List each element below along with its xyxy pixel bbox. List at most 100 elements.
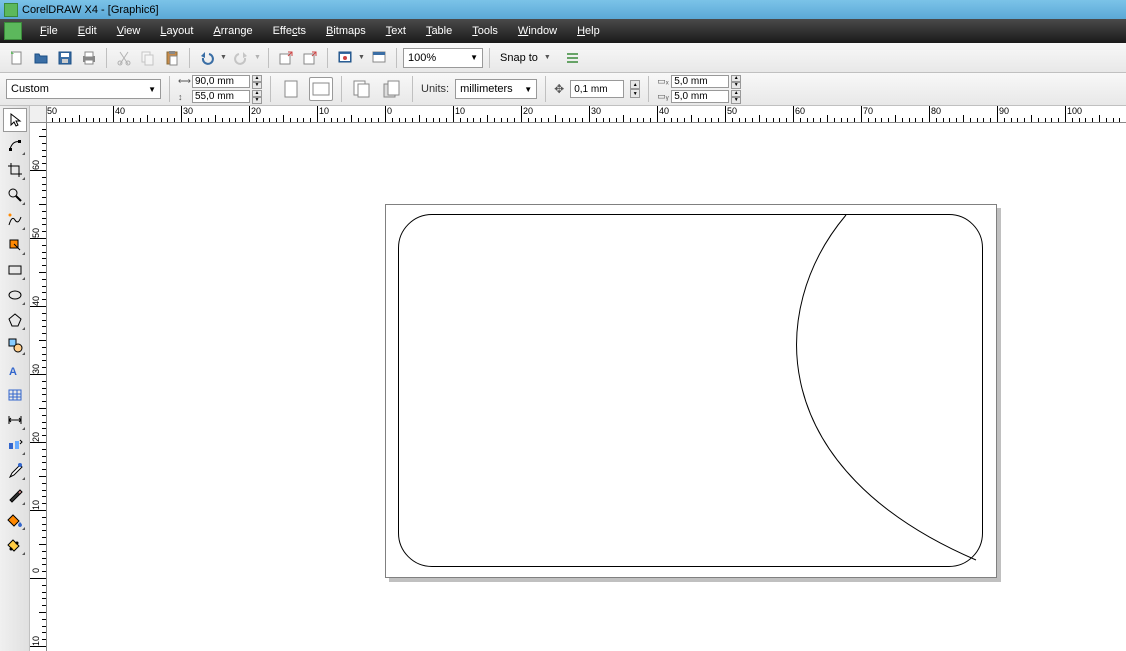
new-button[interactable]	[6, 47, 28, 69]
paper-size-combo[interactable]: Custom ▼	[6, 79, 161, 99]
menu-window[interactable]: Window	[508, 21, 567, 41]
horizontal-ruler[interactable]: 50403020100102030405060708090100110	[47, 106, 1126, 123]
import-button[interactable]	[275, 47, 297, 69]
app-menu-icon[interactable]	[4, 22, 22, 40]
options-button[interactable]	[562, 47, 584, 69]
copy-button[interactable]	[137, 47, 159, 69]
drawing-page[interactable]	[385, 204, 997, 578]
landscape-button[interactable]	[309, 77, 333, 101]
app-icon	[4, 3, 18, 17]
eyedropper-tool[interactable]	[3, 458, 27, 482]
dup-y-input[interactable]	[671, 90, 729, 103]
zoom-combo[interactable]: 100% ▼	[403, 48, 483, 68]
snap-to-label: Snap to	[496, 52, 542, 64]
ruler-v-label: 0	[31, 568, 41, 573]
outline-tool[interactable]	[3, 483, 27, 507]
nudge-spin-up[interactable]: ▲	[630, 80, 640, 89]
nudge-icon: ✥	[554, 82, 564, 96]
basic-shapes-tool[interactable]	[3, 333, 27, 357]
open-button[interactable]	[30, 47, 52, 69]
app-launcher-button[interactable]	[334, 47, 356, 69]
height-spin-up[interactable]: ▲	[252, 90, 262, 97]
ruler-h-label: 100	[1067, 106, 1082, 116]
text-tool[interactable]: A	[3, 358, 27, 382]
table-tool[interactable]	[3, 383, 27, 407]
menu-layout[interactable]: Layout	[150, 21, 203, 41]
shape-tool[interactable]	[3, 133, 27, 157]
units-combo[interactable]: millimeters ▼	[455, 79, 537, 99]
vertical-ruler[interactable]: 100102030405060	[30, 123, 47, 651]
separator	[545, 76, 546, 102]
menu-text[interactable]: Text	[376, 21, 416, 41]
dimension-tool[interactable]	[3, 408, 27, 432]
current-page-button[interactable]	[380, 77, 404, 101]
menu-arrange[interactable]: Arrange	[203, 21, 262, 41]
paste-button[interactable]	[161, 47, 183, 69]
rectangle-tool[interactable]	[3, 258, 27, 282]
menu-help[interactable]: Help	[567, 21, 610, 41]
all-pages-button[interactable]	[350, 77, 374, 101]
menu-bitmaps[interactable]: Bitmaps	[316, 21, 376, 41]
app-launcher-dropdown[interactable]: ▼	[358, 54, 366, 61]
toolbox: A	[0, 106, 30, 651]
menu-edit[interactable]: Edit	[68, 21, 107, 41]
width-spin-down[interactable]: ▼	[252, 82, 262, 89]
undo-dropdown[interactable]: ▼	[220, 54, 228, 61]
crop-tool[interactable]	[3, 158, 27, 182]
pick-tool[interactable]	[3, 108, 27, 132]
width-icon: ⟷	[178, 76, 190, 87]
welcome-button[interactable]	[368, 47, 390, 69]
dup-x-spin-up[interactable]: ▲	[731, 75, 741, 82]
dup-y-spin-down[interactable]: ▼	[731, 97, 741, 104]
width-spin-up[interactable]: ▲	[252, 75, 262, 82]
menu-tools[interactable]: Tools	[462, 21, 508, 41]
interactive-fill-tool[interactable]	[3, 533, 27, 557]
undo-button[interactable]	[196, 47, 218, 69]
ruler-v-label: 40	[31, 296, 41, 306]
menu-effects[interactable]: Effects	[263, 21, 316, 41]
drawing-canvas[interactable]	[47, 123, 1126, 651]
ruler-v-label: 50	[31, 228, 41, 238]
print-button[interactable]	[78, 47, 100, 69]
ruler-h-label: 10	[319, 106, 329, 116]
ruler-h-label: 20	[523, 106, 533, 116]
dup-y-spin-up[interactable]: ▲	[731, 90, 741, 97]
redo-button[interactable]	[230, 47, 252, 69]
separator	[396, 48, 397, 68]
menu-view[interactable]: View	[107, 21, 151, 41]
ruler-h-label: 50	[47, 106, 57, 116]
dup-x-spin-down[interactable]: ▼	[731, 82, 741, 89]
height-icon: ↕	[178, 92, 190, 102]
ruler-h-label: 60	[795, 106, 805, 116]
redo-dropdown[interactable]: ▼	[254, 54, 262, 61]
zoom-tool[interactable]	[3, 183, 27, 207]
save-button[interactable]	[54, 47, 76, 69]
ellipse-tool[interactable]	[3, 283, 27, 307]
dup-x-input[interactable]	[671, 75, 729, 88]
page-height-input[interactable]	[192, 90, 250, 103]
nudge-input[interactable]	[570, 80, 624, 98]
units-value: millimeters	[460, 83, 513, 95]
interactive-tool[interactable]	[3, 433, 27, 457]
portrait-button[interactable]	[279, 77, 303, 101]
window-title: CorelDRAW X4 - [Graphic6]	[22, 4, 159, 16]
title-bar: CorelDRAW X4 - [Graphic6]	[0, 0, 1126, 19]
ruler-origin[interactable]	[30, 106, 47, 123]
cut-button[interactable]	[113, 47, 135, 69]
polygon-tool[interactable]	[3, 308, 27, 332]
arc-shape[interactable]	[786, 210, 996, 570]
separator	[106, 48, 107, 68]
smart-fill-tool[interactable]	[3, 233, 27, 257]
menu-file[interactable]: File	[30, 21, 68, 41]
paper-size-value: Custom	[11, 83, 49, 95]
snap-to-dropdown[interactable]: ▼	[544, 54, 552, 61]
page-width-input[interactable]	[192, 75, 250, 88]
fill-tool[interactable]	[3, 508, 27, 532]
height-spin-down[interactable]: ▼	[252, 97, 262, 104]
export-button[interactable]	[299, 47, 321, 69]
nudge-spin-down[interactable]: ▼	[630, 89, 640, 98]
units-label: Units:	[421, 83, 449, 95]
freehand-tool[interactable]	[3, 208, 27, 232]
ruler-h-label: 40	[659, 106, 669, 116]
menu-table[interactable]: Table	[416, 21, 462, 41]
